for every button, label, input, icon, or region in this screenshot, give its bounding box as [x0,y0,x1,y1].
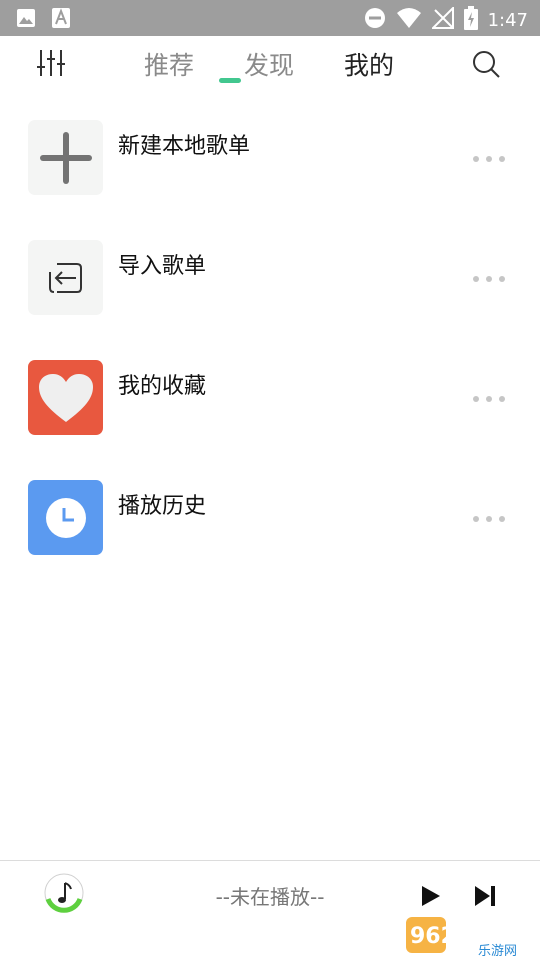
list-item-label: 新建本地歌单 [118,134,251,159]
text-a-icon [52,8,70,32]
tab-indicator [219,78,241,83]
tab-discover[interactable]: 发现 [244,46,294,82]
plus-icon [28,120,103,195]
status-time: 1:47 [487,9,528,31]
status-bar: 1:47 [0,0,540,36]
import-icon [28,240,103,315]
watermark-logo: 962.NET 乐游网 [402,913,536,959]
no-signal-icon [430,5,454,33]
more-icon[interactable] [470,150,510,162]
more-icon[interactable] [470,510,510,522]
list-item-import-playlist[interactable]: 导入歌单 [0,240,540,316]
battery-charging-icon [463,6,478,34]
heart-icon [28,360,103,435]
clock-icon [28,480,103,555]
list-item-label: 导入歌单 [118,254,207,279]
play-icon[interactable] [420,885,442,907]
status-bar-right: 1:47 [364,5,528,34]
image-icon [16,8,36,32]
tab-recommend[interactable]: 推荐 [144,46,194,82]
mini-player[interactable]: --未在播放-- 962.NET 乐游网 [0,860,540,961]
more-icon[interactable] [470,390,510,402]
wifi-icon [396,7,422,33]
top-nav: 推荐 发现 我的 [0,36,540,92]
next-track-icon[interactable] [473,885,497,907]
tab-mine[interactable]: 我的 [344,46,394,82]
do-not-disturb-icon [364,7,386,33]
search-icon[interactable] [470,48,502,80]
equalizer-icon[interactable] [36,48,66,78]
list-item-label: 播放历史 [118,494,207,519]
more-icon[interactable] [470,270,510,282]
list-item-favorites[interactable]: 我的收藏 [0,360,540,436]
list-item-label: 我的收藏 [118,374,207,399]
svg-text:乐游网: 乐游网 [478,944,517,957]
status-bar-left [16,8,70,32]
list-item-new-playlist[interactable]: 新建本地歌单 [0,120,540,196]
now-playing-status: --未在播放-- [215,885,325,909]
list-item-history[interactable]: 播放历史 [0,480,540,556]
